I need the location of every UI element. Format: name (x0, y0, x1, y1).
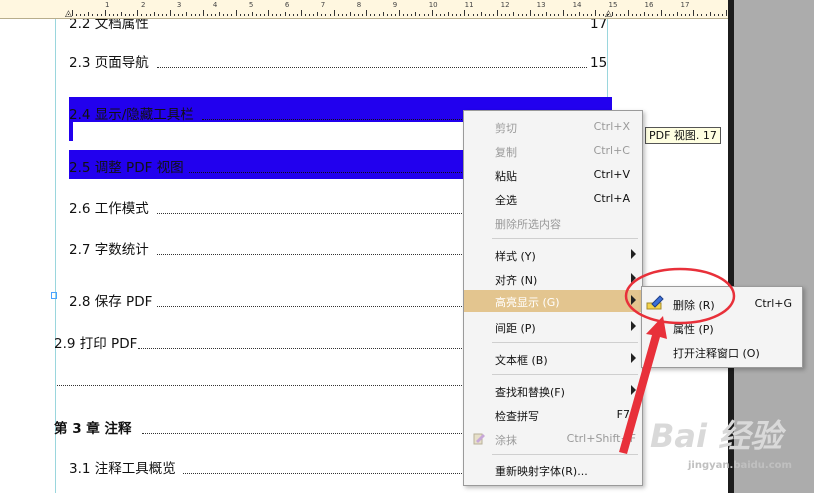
watermark-url: jingyan.baidu.com (688, 460, 792, 471)
watermark-logo: Bai 经验 (650, 417, 783, 455)
circle-annotation-icon (624, 267, 736, 325)
